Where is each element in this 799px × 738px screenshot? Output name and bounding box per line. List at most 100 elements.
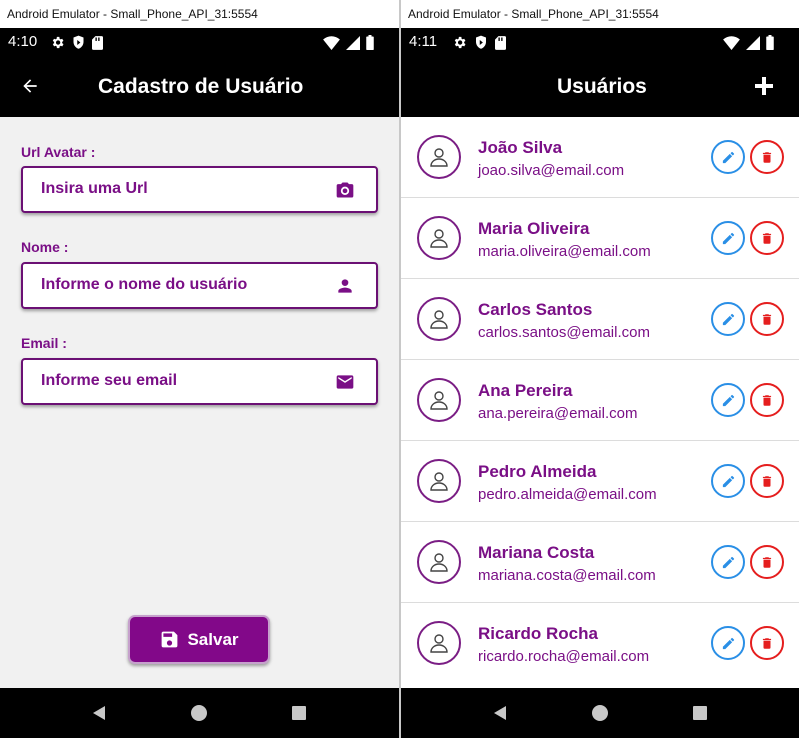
status-right-icons [323,35,374,50]
save-button[interactable]: Salvar [128,615,270,664]
email-input[interactable]: Informe seu email [21,358,378,405]
nav-home-icon [592,705,608,721]
trash-icon [762,394,772,406]
pencil-icon [722,232,734,244]
edit-button[interactable] [711,545,745,579]
wifi-icon [723,35,740,50]
nav-recents-icon [292,706,306,720]
nav-recents-button[interactable] [690,703,710,723]
pencil-icon [722,637,734,649]
trash-icon [762,151,772,163]
email-placeholder: Informe seu email [41,372,178,389]
user-email: ricardo.rocha@email.com [478,648,650,665]
avatar-url-label: Url Avatar : [21,144,96,160]
list-item[interactable]: Ricardo Rocha ricardo.rocha@email.com [401,603,799,684]
add-user-icon[interactable] [754,76,774,96]
shield-icon [73,35,84,49]
play-protect-icon [476,35,486,49]
trash-icon [762,556,772,568]
status-bar: 4:10 [0,28,399,56]
nav-home-button[interactable] [189,703,209,723]
edit-button[interactable] [711,626,745,660]
user-name: Mariana Costa [478,543,595,562]
nav-back-icon [93,706,105,720]
list-item[interactable]: Ana Pereira ana.pereira@email.com [401,360,799,441]
user-avatar-icon [430,553,448,572]
avatar [417,135,461,179]
email-label: Email : [21,335,67,351]
user-name: Maria Oliveira [478,219,590,238]
user-email: mariana.costa@email.com [478,567,656,584]
name-placeholder: Informe o nome do usuário [41,276,248,293]
signal-icon [746,35,760,50]
nav-back-button[interactable] [490,703,510,723]
user-avatar-icon [430,634,448,653]
emulator-window-users: Android Emulator - Small_Phone_API_31:55… [401,0,799,738]
delete-button[interactable] [750,464,784,498]
delete-button[interactable] [750,545,784,579]
delete-button[interactable] [750,140,784,174]
pencil-icon [722,556,734,568]
user-email: pedro.almeida@email.com [478,486,657,503]
user-name: Ana Pereira [478,381,573,400]
edit-button[interactable] [711,140,745,174]
delete-button[interactable] [750,383,784,417]
user-avatar-icon [430,148,448,167]
window-title: Android Emulator - Small_Phone_API_31:55… [401,0,799,28]
list-item[interactable]: Mariana Costa mariana.costa@email.com [401,522,799,603]
trash-icon [762,637,772,649]
avatar [417,216,461,260]
name-input[interactable]: Informe o nome do usuário [21,262,378,309]
delete-button[interactable] [750,626,784,660]
trash-icon [762,475,772,487]
edit-button[interactable] [711,221,745,255]
register-form: Url Avatar : Insira uma Url Nome : Infor… [0,117,399,688]
edit-button[interactable] [711,302,745,336]
settings-icon [454,36,466,49]
avatar [417,540,461,584]
back-arrow-icon[interactable] [20,76,40,96]
emulator-window-register: Android Emulator - Small_Phone_API_31:55… [0,0,399,738]
user-avatar-icon [430,310,448,329]
pencil-icon [722,475,734,487]
camera-icon [336,182,354,198]
pencil-icon [722,394,734,406]
user-email: joao.silva@email.com [478,162,625,179]
list-item[interactable]: Pedro Almeida pedro.almeida@email.com [401,441,799,522]
app-bar: Usuários [401,56,799,117]
delete-button[interactable] [750,302,784,336]
nav-home-icon [191,705,207,721]
save-button-label: Salvar [187,629,239,649]
user-avatar-icon [430,229,448,248]
nav-home-button[interactable] [590,703,610,723]
status-icons [452,35,506,50]
wifi-icon [323,35,340,50]
edit-button[interactable] [711,383,745,417]
android-nav-bar [401,688,799,738]
status-bar: 4:11 [401,28,799,56]
user-name: Ricardo Rocha [478,624,598,643]
page-title: Usuários [557,75,647,98]
user-name: João Silva [478,138,563,157]
nav-recents-icon [693,706,707,720]
list-item[interactable]: João Silva joao.silva@email.com [401,117,799,198]
nav-back-icon [494,706,506,720]
avatar-url-input[interactable]: Insira uma Url [21,166,378,213]
user-email: carlos.santos@email.com [478,324,650,341]
person-icon [338,279,352,293]
avatar [417,297,461,341]
user-email: maria.oliveira@email.com [478,243,651,260]
delete-button[interactable] [750,221,784,255]
edit-button[interactable] [711,464,745,498]
nav-back-button[interactable] [89,703,109,723]
list-item[interactable]: Carlos Santos carlos.santos@email.com [401,279,799,360]
status-right-icons [723,35,774,50]
list-item[interactable]: Maria Oliveira maria.oliveira@email.com [401,198,799,279]
avatar-url-placeholder: Insira uma Url [41,180,148,197]
nav-recents-button[interactable] [289,703,309,723]
user-email: ana.pereira@email.com [478,405,638,422]
save-icon [162,631,178,648]
status-time: 4:11 [409,33,438,50]
app-bar: Cadastro de Usuário [0,56,399,117]
trash-icon [762,232,772,244]
